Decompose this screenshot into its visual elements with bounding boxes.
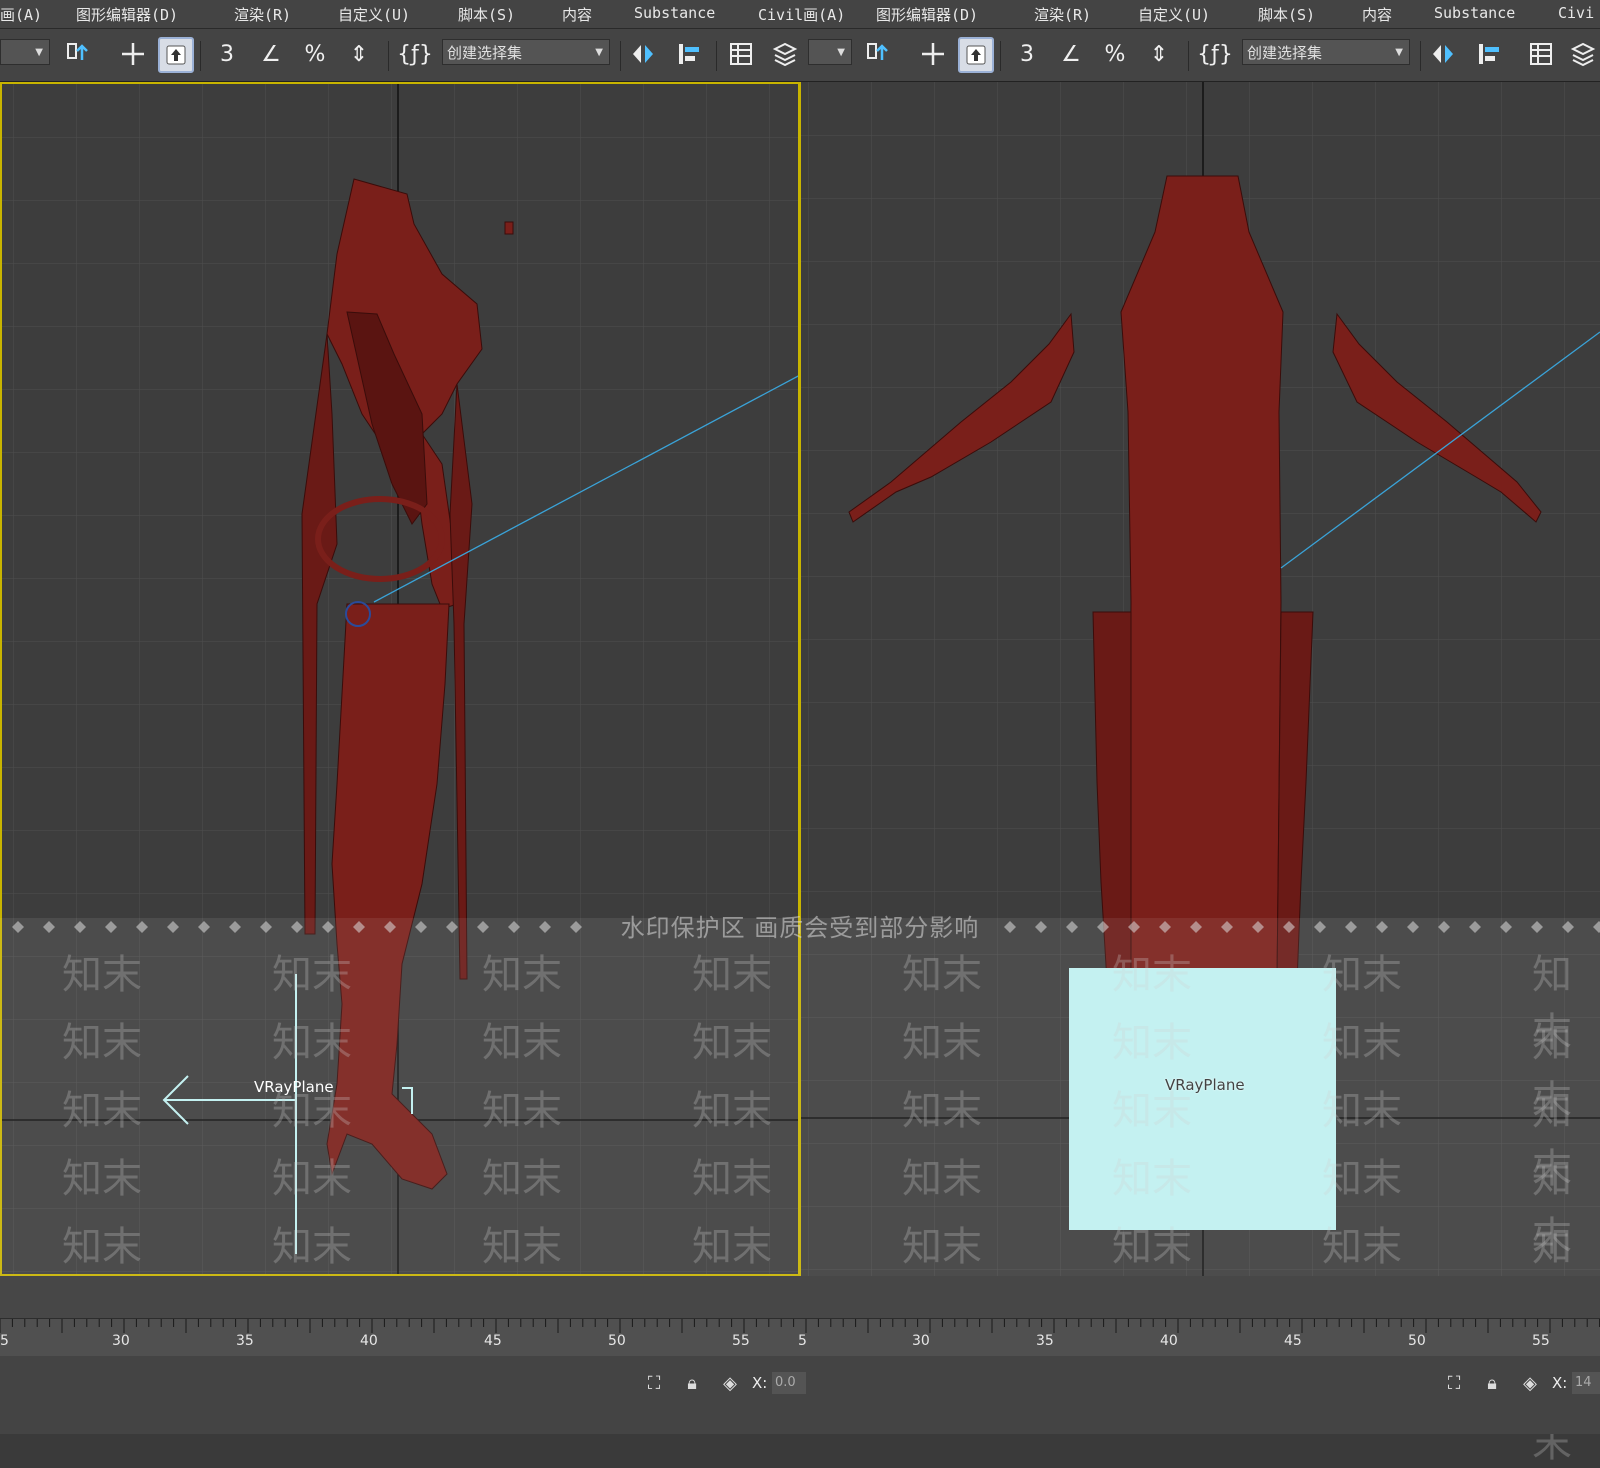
named-selection-set-dropdown-2[interactable]: 创建选择集 ▼ <box>1242 39 1410 65</box>
tick-label: 30 <box>912 1333 930 1349</box>
time-ruler[interactable]: 5 30 35 40 45 50 55 5 30 35 40 45 50 55 <box>0 1318 1600 1358</box>
tick-label: 40 <box>360 1333 378 1349</box>
tick-label: 5 <box>0 1333 9 1349</box>
tick-label: 50 <box>608 1333 626 1349</box>
scene-explorer-icon[interactable] <box>724 37 758 71</box>
menu-item-graph-editors[interactable]: 图形编辑器(D) <box>76 4 178 25</box>
snap-3d-icon-2[interactable]: 3 <box>1010 37 1044 71</box>
viewport-grid <box>2 84 798 1274</box>
menu-item-graph-editors-2[interactable]: 图形编辑器(D) <box>876 4 978 25</box>
menu-item-substance-2[interactable]: Substance <box>1434 4 1515 22</box>
x-coordinate-label: X: <box>752 1374 768 1392</box>
tick-label: 30 <box>112 1333 130 1349</box>
select-object-icon[interactable] <box>158 37 194 73</box>
chevron-down-icon: ▼ <box>35 47 43 58</box>
vray-plane-label-left: VRayPlane <box>254 1078 334 1096</box>
viewport-left[interactable]: VRayPlane <box>0 82 800 1276</box>
spinner-snap-icon-2[interactable]: ⇕ <box>1142 37 1176 71</box>
select-and-link-icon[interactable] <box>62 37 96 71</box>
menu-item-content-2[interactable]: 内容 <box>1362 4 1392 25</box>
chevron-down-icon: ▼ <box>837 47 845 58</box>
viewport-right[interactable]: VRayPlane <box>801 82 1600 1276</box>
toolbar-separator <box>620 41 621 71</box>
chevron-down-icon: ▼ <box>595 47 603 58</box>
tick-label: 5 <box>798 1333 807 1349</box>
toolbar-separator <box>1188 41 1189 71</box>
layer-explorer-icon[interactable] <box>768 37 802 71</box>
angle-snap-icon-2[interactable]: ∠ <box>1054 37 1088 71</box>
tick-label: 40 <box>1160 1333 1178 1349</box>
align-icon-2[interactable] <box>1472 37 1506 71</box>
viewport-grid-right <box>801 82 1600 1276</box>
isolate-selection-icon[interactable]: ⛶ <box>642 1372 666 1396</box>
mirror-icon[interactable] <box>626 37 660 71</box>
named-selection-set-value-2: 创建选择集 <box>1247 44 1323 62</box>
x-coordinate-label-2: X: <box>1552 1374 1568 1392</box>
percent-snap-icon-2[interactable]: % <box>1098 37 1132 71</box>
tick-label: 35 <box>1036 1333 1054 1349</box>
percent-snap-icon[interactable]: % <box>298 37 332 71</box>
menu-item-rendering-2[interactable]: 渲染(R) <box>1034 4 1091 25</box>
layer-dropdown[interactable]: ▼ <box>808 39 852 65</box>
move-icon[interactable] <box>116 37 150 71</box>
status-bar: ⛶ 🔒︎ ◈ X: 0.0 ⛶ 🔒︎ ◈ X: 14 <box>0 1356 1600 1434</box>
tick-label: 55 <box>732 1333 750 1349</box>
menu-bar: 画(A) 图形编辑器(D) 渲染(R) 自定义(U) 脚本(S) 内容 Subs… <box>0 0 1600 29</box>
tick-label: 45 <box>484 1333 502 1349</box>
named-selection-set-dropdown[interactable]: 创建选择集 ▼ <box>442 39 610 65</box>
tick-label: 55 <box>1532 1333 1550 1349</box>
select-object-icon-2[interactable] <box>958 37 994 73</box>
absolute-mode-icon[interactable]: ◈ <box>718 1372 742 1396</box>
lock-icon[interactable]: 🔒︎ <box>680 1372 704 1396</box>
menu-item-customize[interactable]: 自定义(U) <box>338 4 410 25</box>
vray-plane-front <box>1069 968 1336 1230</box>
align-icon[interactable] <box>672 37 706 71</box>
isolate-selection-icon-2[interactable]: ⛶ <box>1442 1372 1466 1396</box>
menu-item-content[interactable]: 内容 <box>562 4 592 25</box>
x-coordinate-field-2[interactable]: 14 <box>1572 1372 1600 1394</box>
edit-named-selection-icon[interactable]: {ƒ} <box>397 37 433 71</box>
menu-item-scripting-2[interactable]: 脚本(S) <box>1258 4 1315 25</box>
toolbar-separator <box>716 41 717 71</box>
move-icon-2[interactable] <box>916 37 950 71</box>
select-and-link-icon-2[interactable] <box>862 37 896 71</box>
menu-item-rendering[interactable]: 渲染(R) <box>234 4 291 25</box>
vray-plane-label-right: VRayPlane <box>1165 1076 1245 1094</box>
toolbar-separator <box>388 41 389 71</box>
toolbar-separator <box>1000 41 1001 71</box>
toolbar-separator <box>1420 41 1421 71</box>
menu-item-substance[interactable]: Substance <box>634 4 715 22</box>
absolute-mode-icon-2[interactable]: ◈ <box>1518 1372 1542 1396</box>
snap-3d-icon[interactable]: 3 <box>210 37 244 71</box>
x-coordinate-field[interactable]: 0.0 <box>772 1372 806 1394</box>
tick-label: 45 <box>1284 1333 1302 1349</box>
selection-filter-dropdown[interactable]: ▼ <box>0 39 50 65</box>
menu-item-scripting[interactable]: 脚本(S) <box>458 4 515 25</box>
chevron-down-icon: ▼ <box>1395 47 1403 58</box>
lock-icon-2[interactable]: 🔒︎ <box>1480 1372 1504 1396</box>
scene-explorer-icon-2[interactable] <box>1524 37 1558 71</box>
tick-label: 50 <box>1408 1333 1426 1349</box>
menu-item-customize-2[interactable]: 自定义(U) <box>1138 4 1210 25</box>
menu-item-animation[interactable]: 画(A) <box>0 4 42 25</box>
named-selection-set-value: 创建选择集 <box>447 44 523 62</box>
main-toolbar: ▼ 3 ∠ % ⇕ {ƒ} 创建选择集 ▼ ▼ 3 ∠ % ⇕ {ƒ} 创建选择… <box>0 29 1600 82</box>
mirror-icon-2[interactable] <box>1426 37 1460 71</box>
spinner-snap-icon[interactable]: ⇕ <box>342 37 376 71</box>
layer-explorer-icon-2[interactable] <box>1566 37 1600 71</box>
menu-item-civil-view-2[interactable]: Civi <box>1558 4 1594 22</box>
watermark-dots <box>12 921 1600 933</box>
toolbar-separator <box>200 41 201 71</box>
tick-label: 35 <box>236 1333 254 1349</box>
menu-item-civil-view[interactable]: Civil画(A) <box>758 4 845 25</box>
edit-named-selection-icon-2[interactable]: {ƒ} <box>1197 37 1233 71</box>
angle-snap-icon[interactable]: ∠ <box>254 37 288 71</box>
